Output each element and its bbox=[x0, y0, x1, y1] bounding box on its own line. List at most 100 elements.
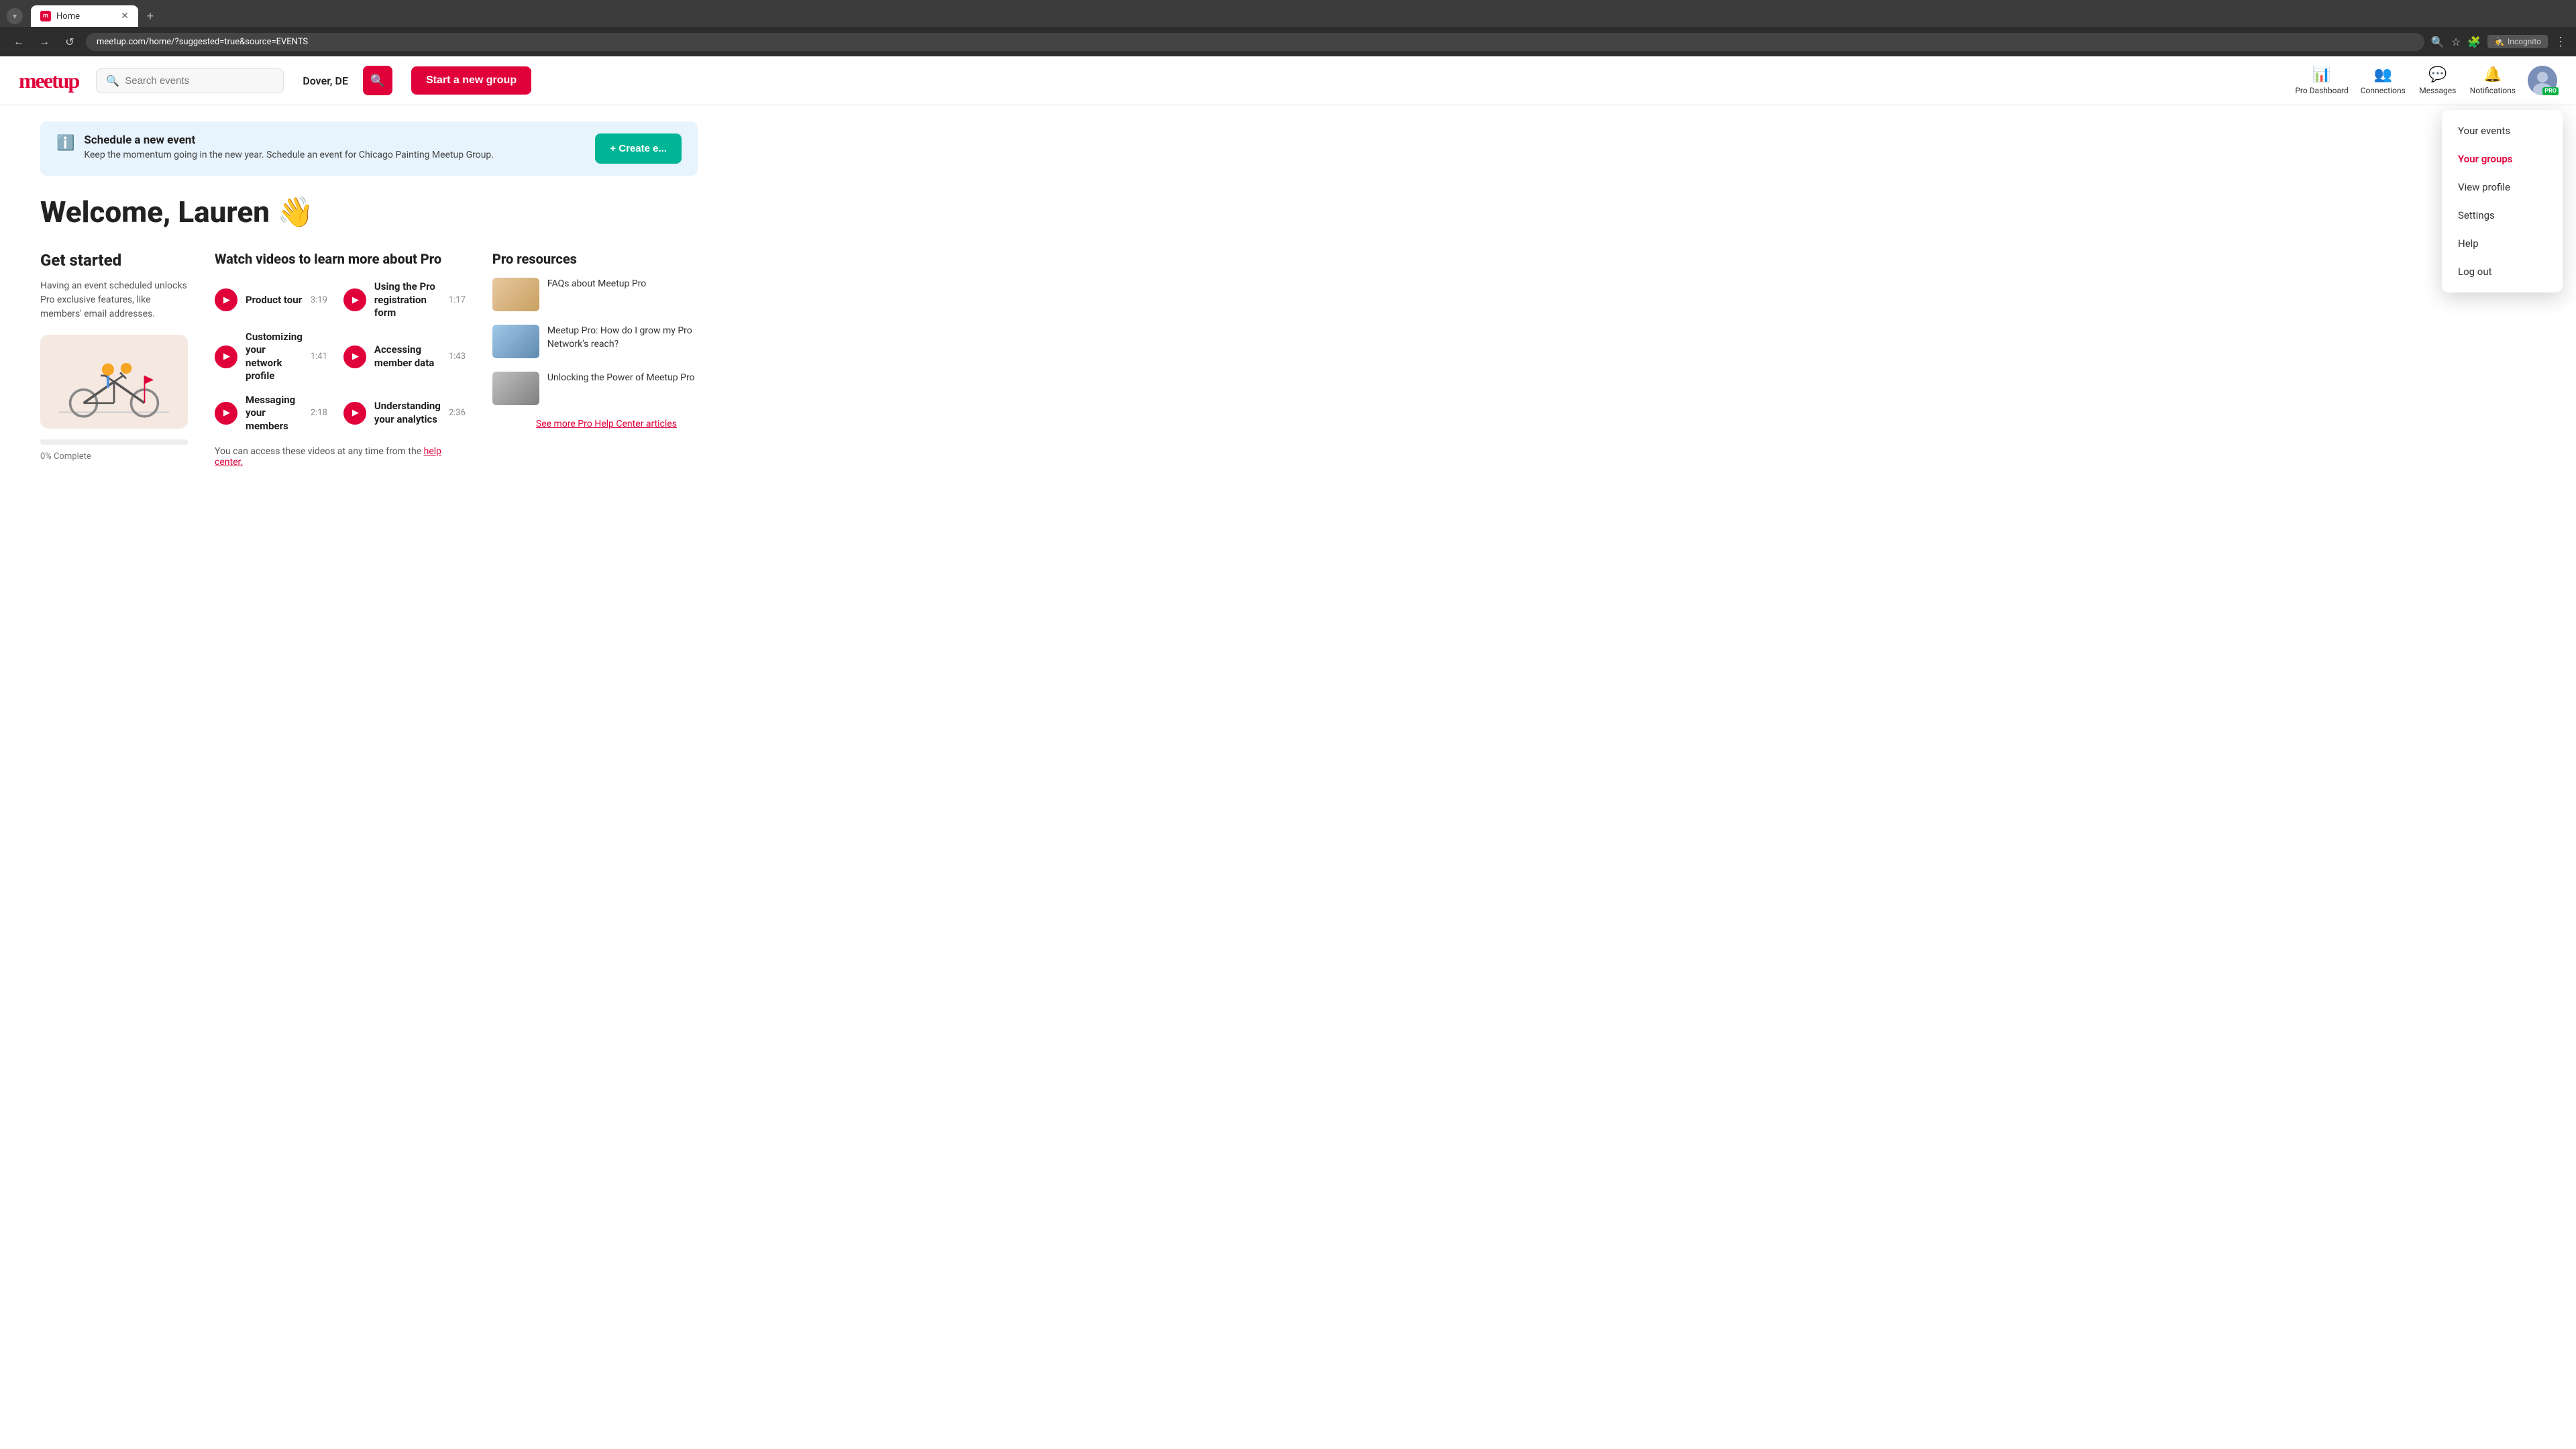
wave-emoji: 👋 bbox=[277, 195, 314, 229]
tab-bar-controls: ▾ bbox=[7, 8, 23, 24]
tab-dropdown-arrow[interactable]: ▾ bbox=[7, 8, 23, 24]
browser-menu-button[interactable]: ⋮ bbox=[2555, 35, 2567, 49]
url-field[interactable]: meetup.com/home/?suggested=true&source=E… bbox=[86, 33, 2424, 51]
user-dropdown-menu: Your events Your groups View profile Set… bbox=[2442, 110, 2563, 292]
notifications-nav-item[interactable]: 🔔 Notifications bbox=[2470, 66, 2516, 95]
play-icon: ▶ bbox=[215, 288, 237, 311]
video-item[interactable]: ▶ Using the Pro registration form 1:17 bbox=[343, 280, 466, 320]
url-text: meetup.com/home/?suggested=true&source=E… bbox=[97, 37, 308, 47]
incognito-label: Incognito bbox=[2508, 37, 2541, 46]
active-tab[interactable]: m Home ✕ bbox=[31, 5, 138, 27]
notifications-label: Notifications bbox=[2470, 86, 2516, 95]
alert-info-icon: ℹ️ bbox=[56, 135, 74, 152]
main-content: ℹ️ Schedule a new event Keep the momentu… bbox=[0, 105, 738, 484]
alert-title: Schedule a new event bbox=[84, 133, 494, 147]
video-item[interactable]: ▶ Accessing member data 1:43 bbox=[343, 331, 466, 383]
resource-item[interactable]: FAQs about Meetup Pro bbox=[492, 278, 720, 311]
play-icon: ▶ bbox=[215, 345, 237, 368]
video-duration: 1:41 bbox=[311, 352, 327, 362]
videos-section: Watch videos to learn more about Pro ▶ P… bbox=[215, 251, 466, 468]
connections-label: Connections bbox=[2361, 86, 2406, 95]
search-input[interactable] bbox=[125, 75, 246, 87]
dropdown-view-profile[interactable]: View profile bbox=[2442, 173, 2563, 201]
video-duration: 1:17 bbox=[449, 295, 466, 305]
play-icon: ▶ bbox=[343, 288, 366, 311]
dropdown-your-events[interactable]: Your events bbox=[2442, 117, 2563, 145]
address-bar-icons: 🔍 ☆ 🧩 bbox=[2431, 36, 2481, 48]
dropdown-help[interactable]: Help bbox=[2442, 229, 2563, 258]
forward-button[interactable]: → bbox=[35, 32, 54, 51]
start-new-group-button[interactable]: Start a new group bbox=[411, 66, 531, 95]
create-event-label: + Create e... bbox=[610, 143, 667, 154]
video-info: Customizing your network profile bbox=[246, 331, 303, 383]
pro-resources-heading: Pro resources bbox=[492, 251, 720, 267]
video-title: Messaging your members bbox=[246, 394, 303, 433]
pro-badge: PRO bbox=[2542, 87, 2559, 95]
location-text: Dover, DE bbox=[303, 74, 348, 87]
search-submit-button[interactable]: 🔍 bbox=[363, 66, 392, 95]
video-title: Product tour bbox=[246, 294, 303, 307]
tab-title: Home bbox=[56, 11, 80, 21]
search-icon[interactable]: 🔍 bbox=[2431, 36, 2445, 48]
reload-button[interactable]: ↺ bbox=[60, 32, 79, 51]
tab-bar: ▾ m Home ✕ + bbox=[0, 0, 2576, 27]
tab-close-button[interactable]: ✕ bbox=[121, 11, 129, 21]
video-grid: ▶ Product tour 3:19 ▶ Using the Pro regi… bbox=[215, 280, 466, 433]
user-avatar-button[interactable]: PRO bbox=[2528, 66, 2557, 95]
extension-icon[interactable]: 🧩 bbox=[2467, 36, 2481, 48]
video-item[interactable]: ▶ Messaging your members 2:18 bbox=[215, 394, 327, 433]
video-title: Using the Pro registration form bbox=[374, 280, 441, 320]
video-info: Using the Pro registration form bbox=[374, 280, 441, 320]
start-group-label: Start a new group bbox=[426, 74, 517, 86]
videos-heading: Watch videos to learn more about Pro bbox=[215, 251, 466, 267]
video-title: Understanding your analytics bbox=[374, 400, 441, 426]
dropdown-your-groups[interactable]: Your groups bbox=[2442, 145, 2563, 173]
incognito-badge: 🕵 Incognito bbox=[2487, 35, 2548, 48]
video-item[interactable]: ▶ Customizing your network profile 1:41 bbox=[215, 331, 327, 383]
video-duration: 3:19 bbox=[311, 295, 327, 305]
video-item[interactable]: ▶ Understanding your analytics 2:36 bbox=[343, 394, 466, 433]
video-info: Understanding your analytics bbox=[374, 400, 441, 426]
see-more-link[interactable]: See more Pro Help Center articles bbox=[492, 419, 720, 429]
play-icon: ▶ bbox=[343, 402, 366, 425]
pro-dashboard-icon: 📊 bbox=[2312, 66, 2330, 83]
connections-nav-item[interactable]: 👥 Connections bbox=[2361, 66, 2406, 95]
content-grid: Get started Having an event scheduled un… bbox=[40, 251, 698, 468]
resource-title: Meetup Pro: How do I grow my Pro Network… bbox=[547, 325, 720, 351]
new-tab-button[interactable]: + bbox=[141, 7, 160, 25]
progress-bar-wrap bbox=[40, 439, 188, 445]
video-duration: 2:18 bbox=[311, 408, 327, 418]
video-info: Messaging your members bbox=[246, 394, 303, 433]
video-item[interactable]: ▶ Product tour 3:19 bbox=[215, 280, 327, 320]
alert-body: Keep the momentum going in the new year.… bbox=[84, 150, 494, 160]
search-bar[interactable]: 🔍 bbox=[96, 68, 284, 93]
resource-title: Unlocking the Power of Meetup Pro bbox=[547, 372, 695, 385]
pro-dashboard-label: Pro Dashboard bbox=[2295, 86, 2348, 95]
meetup-logo[interactable]: meetup bbox=[19, 68, 78, 93]
create-event-button[interactable]: + Create e... bbox=[595, 133, 682, 164]
dropdown-settings[interactable]: Settings bbox=[2442, 201, 2563, 229]
resource-item[interactable]: Meetup Pro: How do I grow my Pro Network… bbox=[492, 325, 720, 358]
get-started-heading: Get started bbox=[40, 251, 188, 270]
help-center-text: You can access these videos at any time … bbox=[215, 446, 466, 468]
pro-resources-section: Pro resources FAQs about Meetup Pro Meet… bbox=[492, 251, 720, 468]
pro-dashboard-nav-item[interactable]: 📊 Pro Dashboard bbox=[2295, 66, 2348, 95]
get-started-illustration bbox=[40, 335, 188, 429]
resource-item[interactable]: Unlocking the Power of Meetup Pro bbox=[492, 372, 720, 405]
tab-favicon: m bbox=[40, 11, 51, 21]
messages-nav-item[interactable]: 💬 Messages bbox=[2418, 66, 2458, 95]
back-button[interactable]: ← bbox=[9, 32, 28, 51]
video-duration: 1:43 bbox=[449, 352, 466, 362]
video-duration: 2:36 bbox=[449, 408, 466, 418]
meetup-navbar: meetup 🔍 Dover, DE 🔍 Start a new group 📊… bbox=[0, 56, 2576, 105]
dropdown-log-out[interactable]: Log out bbox=[2442, 258, 2563, 286]
location-selector[interactable]: Dover, DE bbox=[303, 74, 348, 87]
resource-thumbnail bbox=[492, 372, 539, 405]
resource-thumbnail bbox=[492, 278, 539, 311]
star-icon[interactable]: ☆ bbox=[2451, 36, 2461, 48]
address-bar: ← → ↺ meetup.com/home/?suggested=true&so… bbox=[0, 27, 2576, 56]
resource-thumbnail bbox=[492, 325, 539, 358]
messages-label: Messages bbox=[2419, 86, 2456, 95]
browser-chrome: ▾ m Home ✕ + ← → ↺ meetup.com/home/?sugg… bbox=[0, 0, 2576, 56]
video-info: Product tour bbox=[246, 294, 303, 307]
